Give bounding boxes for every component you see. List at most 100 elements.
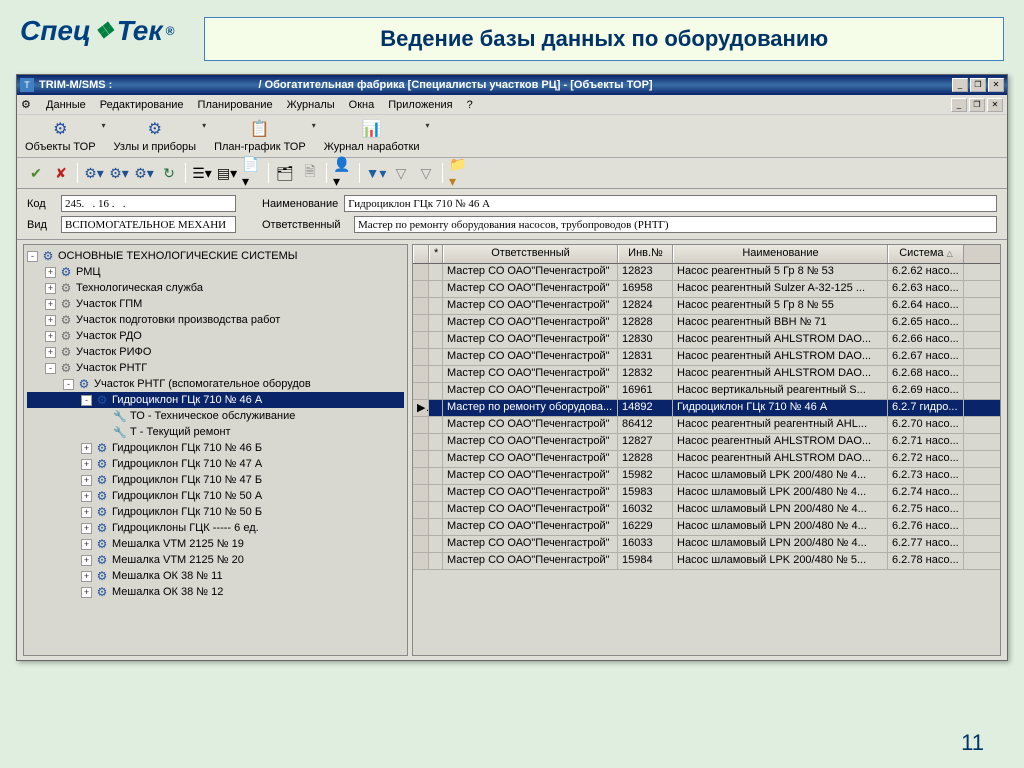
tree-node[interactable]: 🔧ТО - Техническое обслуживание — [27, 408, 404, 424]
list2-icon[interactable]: ▤▾ — [216, 162, 238, 184]
tree-node[interactable]: +⚙Участок подготовки производства работ — [27, 312, 404, 328]
col-star[interactable]: * — [429, 245, 443, 263]
table-row[interactable]: Мастер СО ОАО"Печенгастрой"12824Насос ре… — [413, 298, 1000, 315]
col-sys[interactable]: Система △ — [888, 245, 964, 263]
table-row[interactable]: Мастер СО ОАО"Печенгастрой"12823Насос ре… — [413, 264, 1000, 281]
name-input[interactable] — [344, 195, 997, 212]
cfg2-icon[interactable]: ⚙▾ — [108, 162, 130, 184]
folder-icon[interactable]: 📁▾ — [448, 162, 470, 184]
tree-node[interactable]: 🔧Т - Текущий ремонт — [27, 424, 404, 440]
table-row[interactable]: ▶Мастер по ремонту оборудова...14892Гидр… — [413, 400, 1000, 417]
mdi-close[interactable]: ✕ — [987, 98, 1003, 112]
col-marker[interactable] — [413, 245, 429, 263]
tree-node[interactable]: +⚙Участок ГПМ — [27, 296, 404, 312]
table-row[interactable]: Мастер СО ОАО"Печенгастрой"16958Насос ре… — [413, 281, 1000, 298]
tree-node[interactable]: -⚙Участок РНТГ (вспомогательное оборудов — [27, 376, 404, 392]
table-row[interactable]: Мастер СО ОАО"Печенгастрой"12828Насос ре… — [413, 451, 1000, 468]
table-row[interactable]: Мастер СО ОАО"Печенгастрой"15983Насос шл… — [413, 485, 1000, 502]
table-row[interactable]: Мастер СО ОАО"Печенгастрой"86412Насос ре… — [413, 417, 1000, 434]
tree-node[interactable]: +⚙Мешалка VTM 2125 № 20 — [27, 552, 404, 568]
expander-icon[interactable]: + — [81, 539, 92, 550]
filter2-icon[interactable]: ▽ — [390, 162, 412, 184]
menu-редактирование[interactable]: Редактирование — [93, 97, 191, 113]
restore-button[interactable]: ❐ — [970, 78, 986, 92]
close-button[interactable]: ✕ — [988, 78, 1004, 92]
tree-node[interactable]: -⚙ОСНОВНЫЕ ТЕХНОЛОГИЧЕСКИЕ СИСТЕМЫ — [27, 248, 404, 264]
expander-icon[interactable]: + — [45, 347, 56, 358]
tree-node[interactable]: +⚙Гидроциклон ГЦк 710 № 50 А — [27, 488, 404, 504]
ok-icon[interactable]: ✔ — [25, 162, 47, 184]
col-name[interactable]: Наименование — [673, 245, 888, 263]
tree-node[interactable]: +⚙Мешалка ОК 38 № 11 — [27, 568, 404, 584]
expander-icon[interactable]: + — [81, 507, 92, 518]
tree-node[interactable]: +⚙Мешалка ОК 38 № 12 — [27, 584, 404, 600]
mdi-minimize[interactable]: _ — [951, 98, 967, 112]
table-row[interactable]: Мастер СО ОАО"Печенгастрой"16229Насос шл… — [413, 519, 1000, 536]
toolbar-журнал-наработки[interactable]: 📊Журнал наработки▾ — [324, 119, 420, 153]
table-row[interactable]: Мастер СО ОАО"Печенгастрой"12830Насос ре… — [413, 332, 1000, 349]
expander-icon[interactable]: + — [81, 587, 92, 598]
menu-данные[interactable]: Данные — [39, 97, 93, 113]
filter3-icon[interactable]: ▽ — [415, 162, 437, 184]
expander-icon[interactable]: + — [81, 459, 92, 470]
table-row[interactable]: Мастер СО ОАО"Печенгастрой"16033Насос шл… — [413, 536, 1000, 553]
table-row[interactable]: Мастер СО ОАО"Печенгастрой"15984Насос шл… — [413, 553, 1000, 570]
expander-icon[interactable]: + — [81, 523, 92, 534]
expander-icon[interactable]: - — [81, 395, 92, 406]
table-row[interactable]: Мастер СО ОАО"Печенгастрой"12827Насос ре… — [413, 434, 1000, 451]
card-icon[interactable]: 🗂 — [274, 162, 296, 184]
expander-icon[interactable]: + — [81, 571, 92, 582]
menu-журналы[interactable]: Журналы — [280, 97, 342, 113]
table-row[interactable]: Мастер СО ОАО"Печенгастрой"16032Насос шл… — [413, 502, 1000, 519]
expander-icon[interactable]: + — [45, 331, 56, 342]
tree-node[interactable]: -⚙Участок РНТГ — [27, 360, 404, 376]
expander-icon[interactable]: + — [81, 555, 92, 566]
refresh-icon[interactable]: ↻ — [158, 162, 180, 184]
user-icon[interactable]: 👤▾ — [332, 162, 354, 184]
tree-node[interactable]: +⚙Гидроциклон ГЦк 710 № 47 А — [27, 456, 404, 472]
toolbar-план-график-тор[interactable]: 📋План-график ТОР▾ — [214, 119, 306, 153]
grid-pane[interactable]: * Ответственный Инв.№ Наименование Систе… — [412, 244, 1001, 656]
table-row[interactable]: Мастер СО ОАО"Печенгастрой"16961Насос ве… — [413, 383, 1000, 400]
menu-приложения[interactable]: Приложения — [381, 97, 459, 113]
expander-icon[interactable]: + — [45, 283, 56, 294]
resp-input[interactable] — [354, 216, 997, 233]
col-resp[interactable]: Ответственный — [443, 245, 618, 263]
cfg1-icon[interactable]: ⚙▾ — [83, 162, 105, 184]
menu-планирование[interactable]: Планирование — [191, 97, 280, 113]
tree-node[interactable]: +⚙Технологическая служба — [27, 280, 404, 296]
menu-?[interactable]: ? — [460, 97, 480, 113]
expander-icon[interactable]: + — [81, 475, 92, 486]
expander-icon[interactable]: - — [63, 379, 74, 390]
tree-node[interactable]: +⚙Гидроциклон ГЦк 710 № 46 Б — [27, 440, 404, 456]
expander-icon[interactable]: - — [27, 251, 38, 262]
table-row[interactable]: Мастер СО ОАО"Печенгастрой"12831Насос ре… — [413, 349, 1000, 366]
tree-node[interactable]: +⚙Участок РИФО — [27, 344, 404, 360]
type-input[interactable] — [61, 216, 236, 233]
tree-node[interactable]: +⚙Гидроциклоны ГЦК ----- 6 ед. — [27, 520, 404, 536]
table-row[interactable]: Мастер СО ОАО"Печенгастрой"12828Насос ре… — [413, 315, 1000, 332]
cancel-icon[interactable]: ✘ — [50, 162, 72, 184]
code-input[interactable] — [61, 195, 236, 212]
expander-icon[interactable]: + — [81, 491, 92, 502]
table-row[interactable]: Мастер СО ОАО"Печенгастрой"12832Насос ре… — [413, 366, 1000, 383]
filter-icon[interactable]: ▼▾ — [365, 162, 387, 184]
toolbar-узлы-и-приборы[interactable]: ⚙Узлы и приборы▾ — [114, 119, 197, 153]
tree-node[interactable]: +⚙Гидроциклон ГЦк 710 № 47 Б — [27, 472, 404, 488]
col-inv[interactable]: Инв.№ — [618, 245, 673, 263]
expander-icon[interactable]: + — [45, 299, 56, 310]
table-row[interactable]: Мастер СО ОАО"Печенгастрой"15982Насос шл… — [413, 468, 1000, 485]
form-icon[interactable]: 📄▾ — [241, 162, 263, 184]
cfg3-icon[interactable]: ⚙▾ — [133, 162, 155, 184]
tree-node[interactable]: -⚙Гидроциклон ГЦк 710 № 46 А — [27, 392, 404, 408]
expander-icon[interactable]: - — [45, 363, 56, 374]
doc-icon[interactable]: 🗎 — [299, 162, 321, 184]
menu-окна[interactable]: Окна — [342, 97, 382, 113]
expander-icon[interactable]: + — [45, 315, 56, 326]
tree-node[interactable]: +⚙Участок РДО — [27, 328, 404, 344]
tree-node[interactable]: +⚙Гидроциклон ГЦк 710 № 50 Б — [27, 504, 404, 520]
expander-icon[interactable]: + — [45, 267, 56, 278]
list1-icon[interactable]: ☰▾ — [191, 162, 213, 184]
toolbar-объекты-тор[interactable]: ⚙Объекты ТОР▾ — [25, 119, 96, 153]
expander-icon[interactable]: + — [81, 443, 92, 454]
